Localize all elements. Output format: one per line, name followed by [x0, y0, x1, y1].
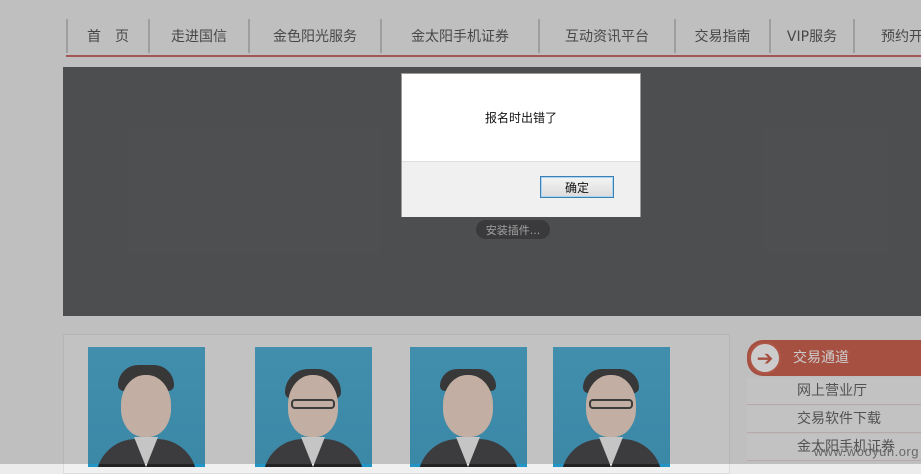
dialog-footer: 确定 [402, 161, 640, 217]
ok-button[interactable]: 确定 [540, 176, 614, 198]
modal-overlay [0, 0, 921, 464]
alert-message: 报名时出错了 [484, 110, 557, 125]
alert-dialog: 报名时出错了 确定 [401, 73, 641, 217]
